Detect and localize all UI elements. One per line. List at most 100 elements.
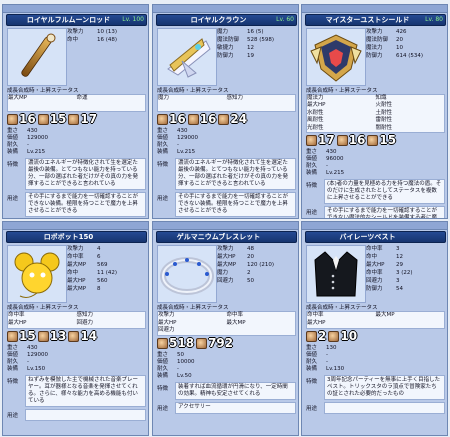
stat-row: 魔法防御 528 (598) [217,36,295,44]
growth-stat: 光耐性 [307,124,324,131]
material-slot[interactable]: 24 [218,112,247,126]
growth-stats-box: 命中率 最大MP 最大HP [306,311,445,329]
material-count: 17 [318,133,335,147]
stat-name: 回避力 [217,278,234,284]
requirement-value: 430 [27,345,38,351]
window-titlebar[interactable] [3,222,148,230]
usage-text: その手にするまで能力を一切確認することができない魔法的なシールドを装備する者に魔… [324,206,445,218]
growth-stat: 感知力 [76,312,94,318]
requirement-name: 装備 [157,373,169,379]
feature-row: 特徴 濃流のエネルギーが特徴化されて生を選定た最後の装備。とてつもない能力を持っ… [157,158,296,190]
material-slot[interactable]: 2 [306,329,326,343]
material-slot[interactable]: 15 [7,329,36,343]
stat-value: 6 [97,254,101,260]
requirement-name: 装備 [157,149,169,155]
item-name: マイスターユストシールド [325,16,410,24]
window-titlebar[interactable] [302,5,447,13]
requirement-name: 価値 [7,352,19,358]
material-slot[interactable]: 16 [336,133,365,147]
material-slot[interactable]: 518 [157,336,194,350]
requirement-name: 重さ [7,128,19,134]
material-icon [37,113,49,125]
requirement-name: 装備 [306,366,318,372]
stat-name: 防御力 [366,286,383,292]
stat-value: 2 [247,270,251,276]
material-slot[interactable]: 15 [37,112,66,126]
item-name-bar: ロボボット150 [6,231,147,243]
stat-value: 8 [97,286,101,292]
requirement-row: 耐久 - [157,142,296,149]
window-titlebar[interactable] [3,5,148,13]
description-section: 特徴 (本)者の力量を見極める力を持つ魔法の盾。そのだけに生成されたとしてステー… [306,179,445,218]
requirement-row: 耐久 - [306,359,445,366]
requirement-value: - [326,163,328,169]
material-slot[interactable]: 14 [68,329,97,343]
material-slot[interactable]: 10 [328,329,357,343]
requirement-value: Lv.215 [27,149,46,155]
item-name-bar: ロイヤルクラウン Lv. 60 [156,14,297,26]
requirement-name: 装備 [306,170,318,176]
requirement-row: 装備 Lv.215 [7,149,146,156]
stat-value: 12 [247,45,254,51]
window-titlebar[interactable] [302,222,447,230]
window-titlebar[interactable] [153,5,298,13]
growth-stat: 最大MP [8,95,28,101]
requirement-value: 430 [27,128,38,134]
feature-row: 特徴 装着すれば血流循環が円滑になり、一定時間の効果。精神も安定させてくれる [157,382,296,400]
growth-stat: 火耐性 [375,102,393,109]
material-slot[interactable]: 17 [306,133,335,147]
usage-label: 用途 [7,196,19,202]
requirement-name: 重さ [7,345,19,351]
material-icon [196,337,208,349]
material-icon [328,330,340,342]
material-slot[interactable]: 17 [68,112,97,126]
material-count: 15 [379,133,397,147]
material-slot[interactable]: 16 [7,112,36,126]
requirement-value: Lv.130 [326,366,345,372]
feature-text: ねずみを模倣した主で機械された音楽プレーヤー。耳が器様となる音楽を発揮させてくれ… [25,375,146,407]
growth-stats-box: 攻撃力 命中率 最大HP 最大MP 回避力 [157,311,296,336]
stat-row: 回避力 50 [217,277,295,285]
item-stats: 攻撃力 426 魔法防御 20 魔法力 10 防御力 614 (534) [366,28,444,60]
material-slot[interactable]: 16 [187,112,216,126]
window-titlebar[interactable] [153,222,298,230]
requirement-row: 価値 129000 [7,135,146,142]
item-info-window[interactable]: ロボボット150 攻撃力 4 命中率 6 最大MP 569 命中 11 (42)… [2,221,149,436]
requirements: 重さ 130 価値 - 耐久 - 装備 Lv.130 [306,345,445,373]
item-info-window[interactable]: バイレーツベスト 命中率 3 命中 12 最大HP 29 命中率 3 (22) … [301,221,448,436]
material-slot[interactable]: 15 [367,133,396,147]
requirement-row: 装備 Lv.150 [7,366,146,373]
requirements: 重さ 50 価値 10000 耐久 - 装備 Lv.50 [157,352,296,380]
material-icon [7,330,18,342]
usage-label: 用途 [7,413,19,419]
description-section: 特徴 装着すれば血流循環が円滑になり、一定時間の効果。精神も安定させてくれる 用… [157,382,296,414]
item-info-window[interactable]: マイスターユストシールド Lv. 80 攻撃力 426 魔法防御 20 魔法力 … [301,4,448,219]
item-info-window[interactable]: ゲルマニウムブレスレット 攻撃力 48 最大HP 20 最大MP 120 (21… [152,221,299,436]
requirement-name: 耐久 [7,142,19,148]
stat-name: 最大MP [67,286,87,292]
item-stats: 攻撃力 4 命中率 6 最大MP 569 命中 11 (42) 最大HP 560… [67,245,145,293]
requirement-value: - [27,359,29,365]
item-name-bar: バイレーツベスト [305,231,446,243]
stat-row: 最大HP 560 [67,277,145,285]
requirement-row: 耐久 - [157,366,296,373]
item-stats: 魔力 16 (5) 魔法防御 528 (598) 敏捷力 12 防御力 19 [217,28,295,60]
item-info-window[interactable]: ロイヤルフルムーンロッド Lv. 100 攻撃力 10 (13) 命中 16 (… [2,4,149,219]
material-slot[interactable]: 792 [196,336,233,350]
growth-stat: 命中率 [307,312,324,318]
requirement-row: 装備 Lv.130 [306,366,445,373]
requirement-row: 重さ 430 [157,128,296,135]
material-icon [68,113,80,125]
usage-label: 用途 [306,406,318,412]
item-stats: 命中率 3 命中 12 最大HP 29 命中率 3 (22) 回避力 3 防御力… [366,245,444,293]
material-icon [7,113,18,125]
material-slot[interactable]: 16 [157,112,186,126]
requirement-row: 耐久 - [7,359,146,366]
materials-row: 16 15 17 [7,112,146,126]
growth-stat: 最大MP [226,319,246,326]
growth-stat: 風耐性 [307,117,324,124]
usage-text: アクセサリー [175,402,296,414]
material-slot[interactable]: 13 [37,329,66,343]
item-image [306,245,366,303]
item-info-window[interactable]: ロイヤルクラウン Lv. 60 魔力 16 (5) 魔法防御 528 (598)… [152,4,299,219]
